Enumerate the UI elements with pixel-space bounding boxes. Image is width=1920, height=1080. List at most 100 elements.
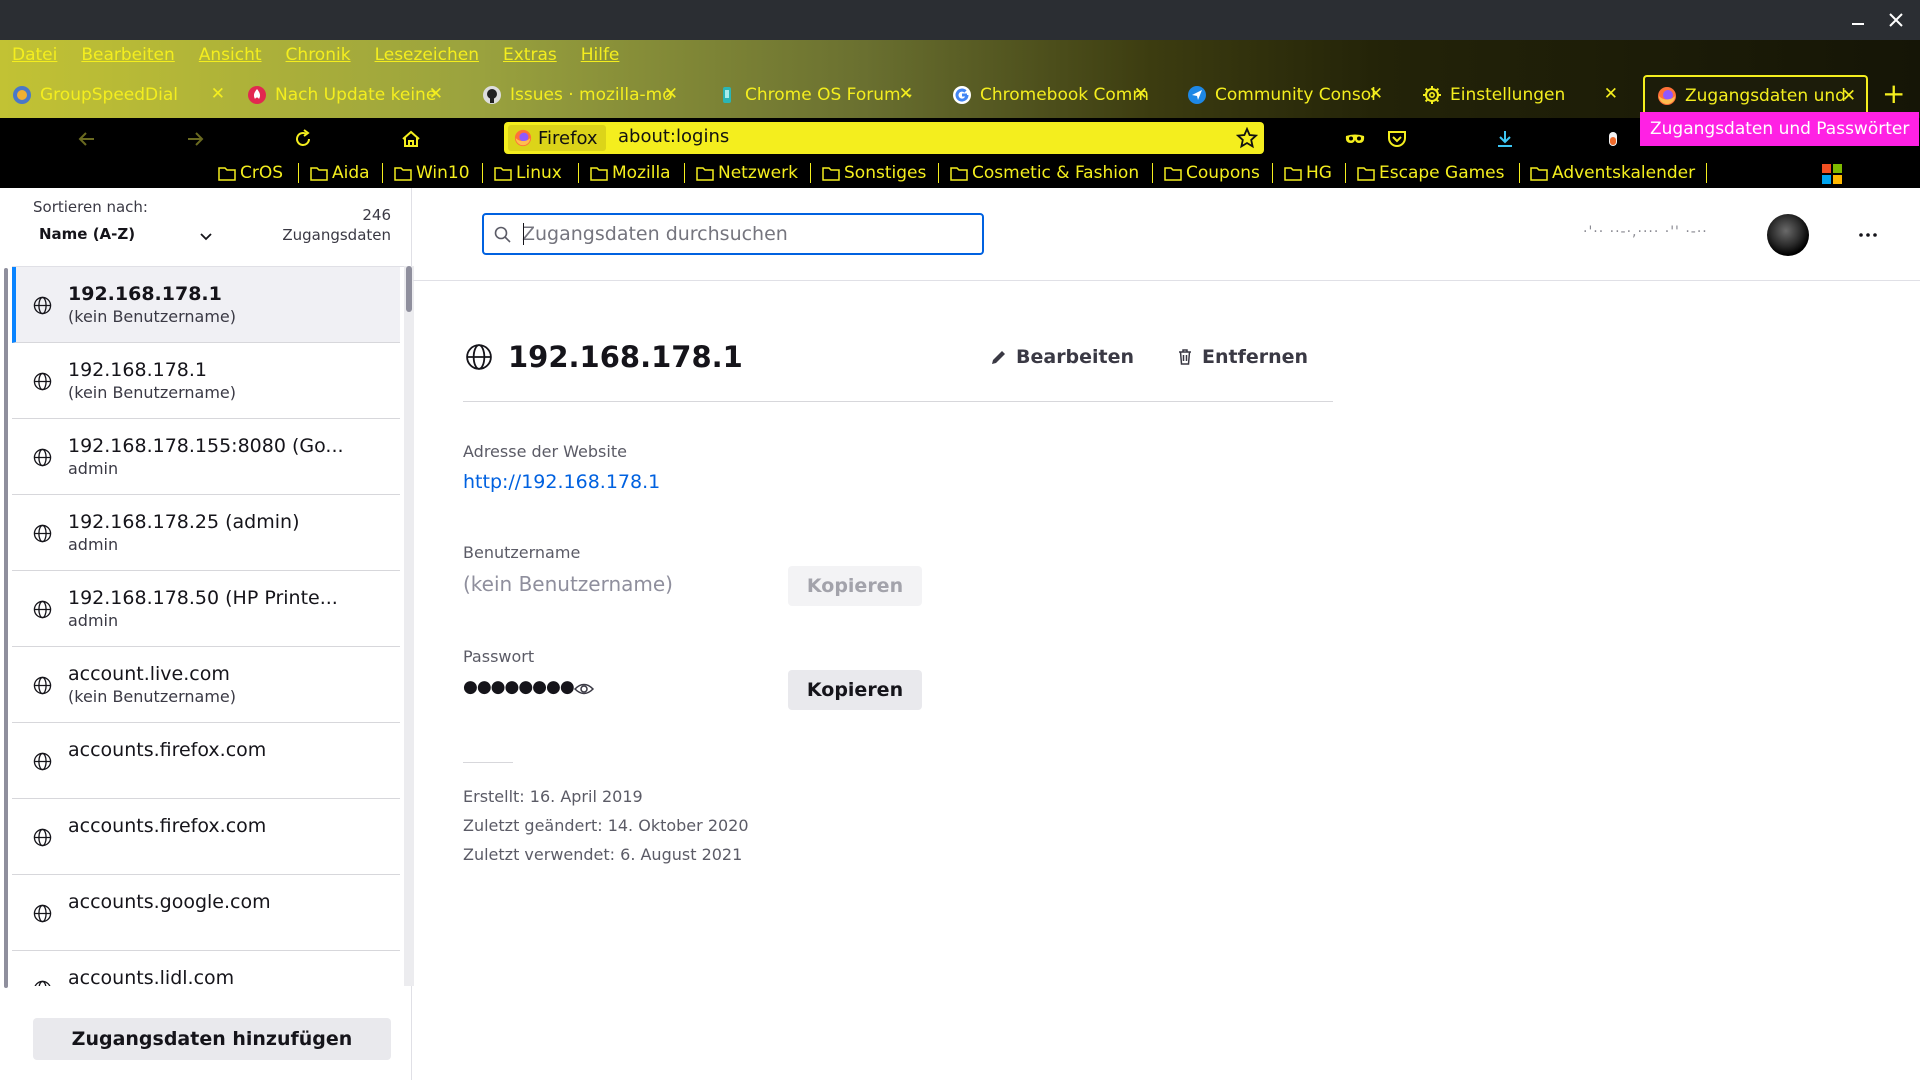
bookmark-folder-aida[interactable]: Aida <box>310 162 370 184</box>
chevron-down-icon[interactable] <box>198 228 214 244</box>
url-text[interactable]: about:logins <box>618 126 729 147</box>
private-mask-icon[interactable] <box>1344 128 1366 150</box>
bookmark-folder-sonstiges[interactable]: Sonstiges <box>822 162 926 184</box>
page-edge-scrollbar[interactable] <box>0 188 12 1080</box>
bookmark-folder-cosmetic[interactable]: Cosmetic & Fashion <box>950 162 1139 184</box>
list-item-selected[interactable]: 192.168.178.1 (kein Benutzername) <box>12 267 400 343</box>
tab-community-console[interactable]: Community Consol ✕ <box>1175 75 1393 114</box>
tab-mozilla-support[interactable]: Nach Update keine ✕ <box>235 75 453 114</box>
menu-bearbeiten[interactable]: Bearbeiten <box>69 40 186 70</box>
pocket-icon[interactable] <box>1386 128 1408 150</box>
reload-icon[interactable] <box>292 128 314 150</box>
forward-arrow-icon[interactable] <box>184 128 206 150</box>
tab-groupspeeddial[interactable]: GroupSpeedDial ✕ <box>0 75 235 114</box>
window-titlebar <box>0 0 1920 40</box>
site-url-link[interactable]: http://192.168.178.1 <box>463 471 660 493</box>
github-icon <box>483 85 501 104</box>
list-item[interactable]: 192.168.178.1 (kein Benutzername) <box>12 343 400 419</box>
identity-box[interactable]: Firefox <box>508 125 606 151</box>
google-icon <box>953 85 971 104</box>
account-email[interactable]: ·'·· ··-·,···· ·'' ·-·· <box>1583 224 1708 240</box>
menu-lesezeichen[interactable]: Lesezeichen <box>363 40 491 70</box>
forum-icon <box>723 86 731 103</box>
home-icon[interactable] <box>400 128 422 150</box>
tab-chromebook-community[interactable]: Chromebook Comm ✕ <box>940 75 1158 114</box>
close-window-icon[interactable] <box>1886 10 1906 30</box>
tab-close-icon[interactable]: ✕ <box>899 84 913 104</box>
tab-title: Chromebook Comm <box>980 84 1149 105</box>
tab-close-icon[interactable]: ✕ <box>211 84 225 104</box>
copy-username-button[interactable]: Kopieren <box>788 566 922 606</box>
list-item[interactable]: accounts.lidl.com <box>12 951 400 986</box>
extension-icon[interactable] <box>1602 128 1624 150</box>
divider <box>463 401 1333 402</box>
bookmark-separator <box>578 163 579 183</box>
add-login-button[interactable]: Zugangsdaten hinzufügen <box>33 1018 391 1060</box>
eye-icon[interactable] <box>573 678 595 700</box>
menu-hilfe[interactable]: Hilfe <box>569 40 632 70</box>
menu-extras[interactable]: Extras <box>491 40 569 70</box>
bookmark-folder-mozilla[interactable]: Mozilla <box>590 162 671 184</box>
list-item[interactable]: accounts.google.com <box>12 875 400 951</box>
folder-icon <box>1164 167 1182 181</box>
bookmark-separator <box>1152 163 1153 183</box>
avatar[interactable] <box>1767 214 1809 256</box>
bookmark-label: Coupons <box>1186 163 1260 183</box>
minimize-icon[interactable] <box>1848 10 1868 30</box>
list-item[interactable]: account.live.com (kein Benutzername) <box>12 647 400 723</box>
bookmark-label: Aida <box>332 163 370 183</box>
bookmark-folder-hg[interactable]: HG <box>1284 162 1332 184</box>
bookmark-folder-linux[interactable]: Linux <box>494 162 562 184</box>
menu-datei[interactable]: Datei <box>0 40 69 70</box>
tab-close-icon[interactable]: ✕ <box>664 84 678 104</box>
identity-label: Firefox <box>538 127 598 149</box>
list-item[interactable]: accounts.firefox.com <box>12 799 400 875</box>
tab-close-icon[interactable]: ✕ <box>1134 84 1148 104</box>
tab-close-icon[interactable]: ✕ <box>1604 84 1618 104</box>
tab-einstellungen[interactable]: Einstellungen ✕ <box>1410 75 1628 114</box>
edit-button[interactable]: Bearbeiten <box>990 341 1134 373</box>
list-item[interactable]: 192.168.178.25 (admin) admin <box>12 495 400 571</box>
folder-icon <box>394 167 412 181</box>
globe-icon <box>33 524 52 543</box>
url-bar[interactable]: Firefox about:logins <box>504 122 1264 154</box>
remove-button[interactable]: Entfernen <box>1176 341 1308 373</box>
tab-chrome-os-forum[interactable]: Chrome OS Forum - ✕ <box>705 75 923 114</box>
search-input[interactable] <box>522 221 972 247</box>
bookmark-folder-netzwerk[interactable]: Netzwerk <box>696 162 798 184</box>
new-tab-button[interactable]: + <box>1882 77 1905 110</box>
tab-close-icon[interactable]: ✕ <box>429 84 443 104</box>
search-box[interactable] <box>482 213 984 255</box>
firefox-icon <box>514 129 532 147</box>
copy-password-button[interactable]: Kopieren <box>788 670 922 710</box>
globe-icon <box>33 752 52 771</box>
menu-chronik[interactable]: Chronik <box>274 40 363 70</box>
bookmark-star-icon[interactable] <box>1236 127 1258 149</box>
tab-title: Einstellungen <box>1450 84 1566 105</box>
sort-select[interactable]: Name (A-Z) <box>39 225 135 243</box>
list-item[interactable]: accounts.firefox.com <box>12 723 400 799</box>
back-arrow-icon[interactable] <box>76 128 98 150</box>
tab-close-icon[interactable]: ✕ <box>1842 86 1856 106</box>
tab-strip: GroupSpeedDial ✕ Nach Update keine ✕ Iss… <box>0 75 1920 114</box>
tab-close-icon[interactable]: ✕ <box>1369 84 1383 104</box>
tab-zugangsdaten[interactable]: Zugangsdaten und ✕ <box>1643 75 1868 114</box>
password-label: Passwort <box>463 647 535 666</box>
login-origin: accounts.google.com <box>68 891 271 913</box>
menu-ansicht[interactable]: Ansicht <box>187 40 274 70</box>
tab-github-issues[interactable]: Issues · mozilla-mo ✕ <box>470 75 688 114</box>
scrollbar-thumb[interactable] <box>406 266 412 312</box>
microsoft-logo-icon[interactable] <box>1822 164 1842 184</box>
bookmark-folder-escape-games[interactable]: Escape Games <box>1357 162 1504 184</box>
bookmark-folder-coupons[interactable]: Coupons <box>1164 162 1260 184</box>
bookmark-folder-win10[interactable]: Win10 <box>394 162 470 184</box>
bookmark-separator <box>684 163 685 183</box>
login-list-scrollbar[interactable] <box>404 266 414 986</box>
list-item[interactable]: 192.168.178.50 (HP Printe... admin <box>12 571 400 647</box>
download-icon[interactable] <box>1494 128 1516 150</box>
more-options-icon[interactable] <box>1857 224 1879 246</box>
list-item[interactable]: 192.168.178.155:8080 (Go... admin <box>12 419 400 495</box>
bookmark-label: Netzwerk <box>718 163 798 183</box>
bookmark-folder-cros[interactable]: CrOS <box>218 162 283 184</box>
bookmark-folder-adventskalender[interactable]: Adventskalender <box>1530 162 1695 184</box>
